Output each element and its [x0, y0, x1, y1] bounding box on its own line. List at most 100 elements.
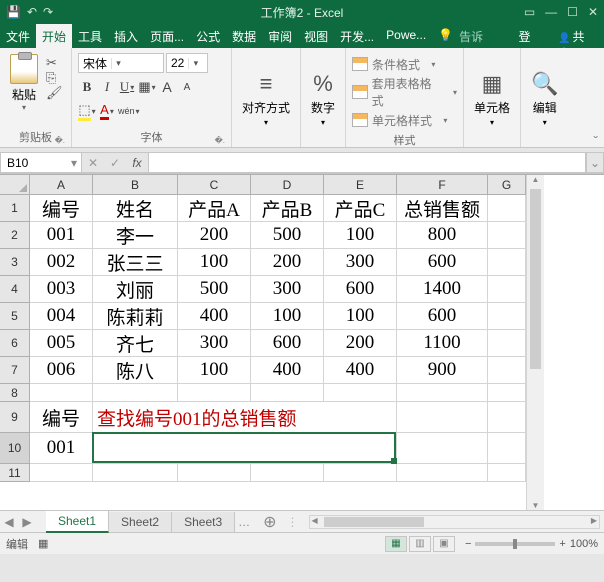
- cell[interactable]: 齐七: [93, 330, 178, 357]
- cell[interactable]: [93, 464, 178, 482]
- tab-data[interactable]: 数据: [226, 24, 262, 48]
- undo-icon[interactable]: ↶: [27, 5, 37, 19]
- row-head-5[interactable]: 5: [0, 303, 30, 330]
- cell[interactable]: 100: [178, 249, 251, 276]
- cell[interactable]: 刘丽: [93, 276, 178, 303]
- cell[interactable]: [397, 402, 488, 433]
- zoom-slider[interactable]: [475, 542, 555, 546]
- cell[interactable]: 李一: [93, 222, 178, 249]
- number-button[interactable]: %数字▾: [307, 52, 339, 145]
- cell[interactable]: [488, 195, 526, 222]
- cell[interactable]: [488, 384, 526, 402]
- col-head-E[interactable]: E: [324, 175, 397, 195]
- format-painter-icon[interactable]: 🖌: [46, 86, 63, 99]
- row-head-10[interactable]: 10: [0, 433, 30, 464]
- border-button[interactable]: ▦▾: [138, 77, 156, 97]
- cell[interactable]: 400: [324, 357, 397, 384]
- cell[interactable]: [488, 303, 526, 330]
- cell-active[interactable]: [93, 433, 397, 464]
- view-page-layout[interactable]: ▥: [409, 536, 431, 552]
- cell[interactable]: 1400: [397, 276, 488, 303]
- col-head-F[interactable]: F: [397, 175, 488, 195]
- cell[interactable]: [397, 384, 488, 402]
- row-head-1[interactable]: 1: [0, 195, 30, 222]
- cell-merged[interactable]: 查找编号001的总销售额: [93, 402, 397, 433]
- shrink-font-button[interactable]: A: [178, 77, 196, 97]
- cell[interactable]: 100: [251, 303, 324, 330]
- cell[interactable]: 001: [30, 433, 93, 464]
- cell[interactable]: 张三三: [93, 249, 178, 276]
- minimize-icon[interactable]: —: [545, 5, 557, 19]
- table-format-button[interactable]: 套用表格格式 ▾: [352, 80, 457, 104]
- name-box[interactable]: B10▾: [0, 152, 82, 173]
- edit-button[interactable]: 🔍编辑▾: [527, 52, 562, 145]
- cell[interactable]: 100: [324, 303, 397, 330]
- cell[interactable]: [324, 464, 397, 482]
- row-head-9[interactable]: 9: [0, 402, 30, 433]
- font-size-combo[interactable]: 22▾: [166, 53, 208, 73]
- col-head-A[interactable]: A: [30, 175, 93, 195]
- share-button[interactable]: 共享: [550, 24, 604, 48]
- tab-view[interactable]: 视图: [298, 24, 334, 48]
- cell[interactable]: 总销售额: [397, 195, 488, 222]
- spreadsheet-grid[interactable]: ABCDEFG 1234567891011 编号姓名产品A产品B产品C总销售额0…: [0, 174, 604, 510]
- sheet-nav-more[interactable]: …: [235, 515, 253, 529]
- row-head-3[interactable]: 3: [0, 249, 30, 276]
- paste-button[interactable]: 粘贴 ▾: [6, 52, 42, 129]
- cell[interactable]: [488, 330, 526, 357]
- tab-power[interactable]: Powe...: [380, 24, 432, 48]
- cell[interactable]: [93, 384, 178, 402]
- cell[interactable]: 003: [30, 276, 93, 303]
- redo-icon[interactable]: ↷: [43, 5, 53, 19]
- sheet-nav-prev[interactable]: ◀: [0, 515, 18, 529]
- cell[interactable]: 001: [30, 222, 93, 249]
- cell[interactable]: [324, 384, 397, 402]
- cut-icon[interactable]: ✂: [46, 56, 63, 69]
- maximize-icon[interactable]: ☐: [567, 5, 578, 19]
- view-page-break[interactable]: ▣: [433, 536, 455, 552]
- sheet-tab-1[interactable]: Sheet1: [46, 511, 109, 533]
- row-head-8[interactable]: 8: [0, 384, 30, 402]
- phonetic-button[interactable]: wén▾: [118, 101, 140, 121]
- tab-file[interactable]: 文件: [0, 24, 36, 48]
- cell[interactable]: 400: [251, 357, 324, 384]
- cell[interactable]: 产品C: [324, 195, 397, 222]
- zoom-out[interactable]: −: [465, 538, 471, 550]
- horizontal-scrollbar[interactable]: [309, 515, 600, 529]
- row-head-6[interactable]: 6: [0, 330, 30, 357]
- copy-icon[interactable]: ⎘: [46, 71, 63, 84]
- cell[interactable]: [251, 384, 324, 402]
- cell[interactable]: 600: [397, 303, 488, 330]
- cell[interactable]: [488, 464, 526, 482]
- cell[interactable]: [488, 222, 526, 249]
- underline-button[interactable]: U▾: [118, 77, 136, 97]
- cell[interactable]: [397, 464, 488, 482]
- cell[interactable]: 1100: [397, 330, 488, 357]
- col-head-G[interactable]: G: [488, 175, 526, 195]
- sheet-tab-2[interactable]: Sheet2: [109, 512, 172, 532]
- row-head-2[interactable]: 2: [0, 222, 30, 249]
- cell[interactable]: 陈八: [93, 357, 178, 384]
- vertical-scrollbar[interactable]: [526, 175, 544, 510]
- cell[interactable]: [178, 464, 251, 482]
- cell[interactable]: 300: [178, 330, 251, 357]
- fx-icon[interactable]: fx: [126, 156, 148, 170]
- cell[interactable]: 500: [251, 222, 324, 249]
- col-head-D[interactable]: D: [251, 175, 324, 195]
- tab-home[interactable]: 开始: [36, 24, 72, 48]
- tab-review[interactable]: 审阅: [262, 24, 298, 48]
- font-color-button[interactable]: A▾: [98, 101, 116, 121]
- cell[interactable]: 产品B: [251, 195, 324, 222]
- cell[interactable]: 100: [178, 357, 251, 384]
- cell[interactable]: [488, 357, 526, 384]
- ribbon-options-icon[interactable]: ▭: [524, 5, 535, 19]
- formula-input[interactable]: [148, 152, 586, 173]
- cell[interactable]: [30, 384, 93, 402]
- tell-me[interactable]: 告诉我…: [455, 24, 510, 48]
- sheet-nav-next[interactable]: ▶: [18, 515, 36, 529]
- cell-style-button[interactable]: 单元格样式 ▾: [352, 108, 457, 132]
- cell[interactable]: 200: [251, 249, 324, 276]
- grow-font-button[interactable]: A: [158, 77, 176, 97]
- cell[interactable]: 900: [397, 357, 488, 384]
- italic-button[interactable]: I: [98, 77, 116, 97]
